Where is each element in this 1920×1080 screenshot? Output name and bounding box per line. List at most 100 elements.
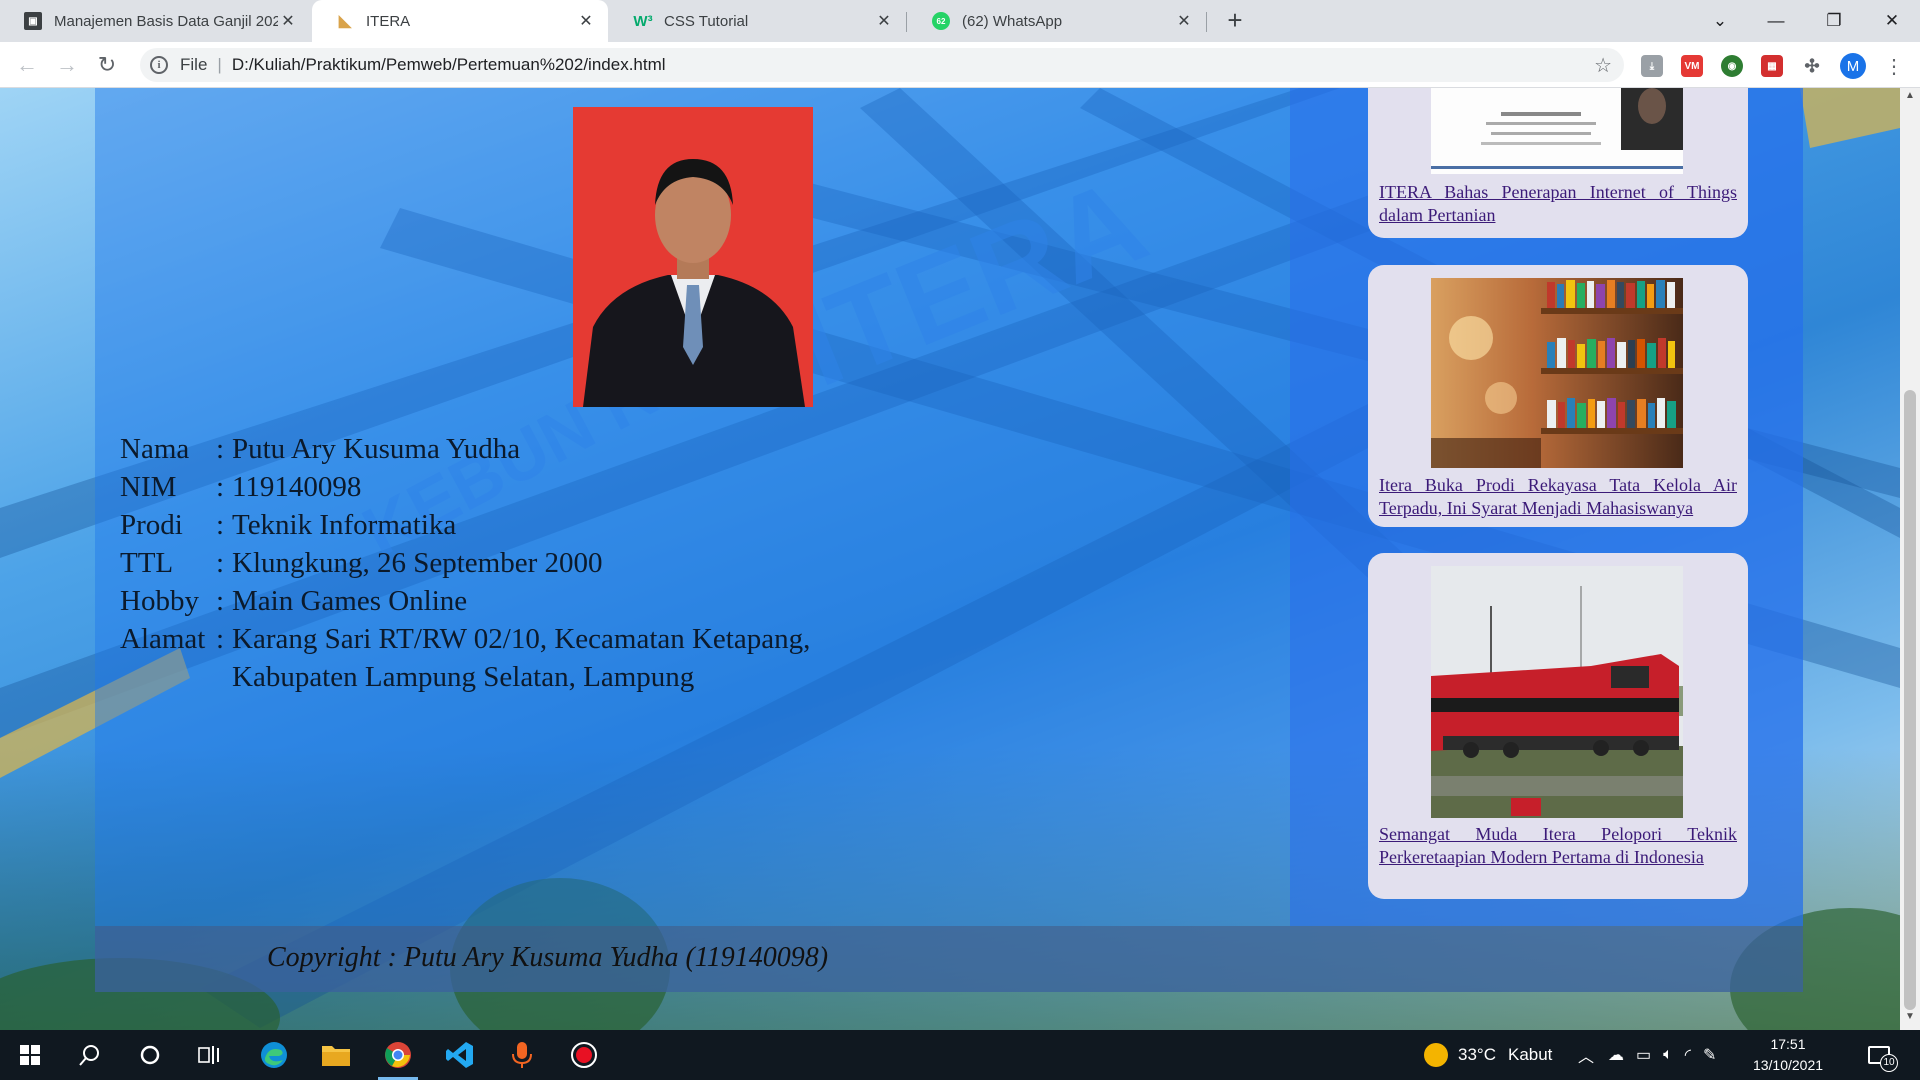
volume-icon[interactable]: 🔈︎ (1663, 1046, 1673, 1064)
back-button[interactable]: ← (12, 50, 42, 80)
cortana-icon[interactable] (124, 1035, 176, 1075)
extension-pdf-icon[interactable]: ⤓ (1641, 55, 1663, 77)
scroll-up-arrow-icon[interactable]: ▲ (1900, 90, 1920, 107)
field-value: Karang Sari RT/RW 02/10, Kecamatan Ketap… (232, 623, 811, 655)
news-link[interactable]: ITERA Bahas Penerapan Internet of Things… (1379, 181, 1737, 227)
restore-button[interactable]: ❐ (1806, 0, 1862, 42)
address-divider: | (217, 55, 222, 74)
profile-avatar[interactable]: M (1840, 53, 1866, 79)
classroom-icon: ▣ (24, 12, 42, 30)
itera-logo-icon: ◣ (338, 13, 352, 30)
close-icon[interactable]: ✕ (278, 11, 298, 31)
tab-search-chevron-icon[interactable]: ⌄ (1692, 0, 1748, 42)
windows-start-icon[interactable] (4, 1035, 56, 1075)
profile-row-hobby: Hobby: Main Games Online (120, 582, 810, 620)
field-colon: : (216, 433, 225, 465)
close-icon[interactable]: ✕ (874, 11, 894, 31)
show-hidden-icons-chevron-icon[interactable]: ︿ (1578, 1043, 1594, 1067)
edge-icon[interactable] (248, 1035, 300, 1075)
close-icon[interactable]: ✕ (576, 11, 596, 31)
news-thumbnail[interactable] (1431, 566, 1683, 818)
tab-itera[interactable]: ◣ ITERA ✕ (312, 0, 608, 42)
profile-row-alamat: Alamat: Karang Sari RT/RW 02/10, Kecamata… (120, 620, 810, 658)
news-card: Itera Buka Prodi Rekayasa Tata Kelola Ai… (1368, 265, 1748, 527)
screen-recorder-icon[interactable] (558, 1035, 610, 1075)
windows-taskbar: 33°C Kabut ︿ ☁ ▭ 🔈︎ ◜ ✎ 17:51 13/10/2021… (0, 1030, 1920, 1080)
action-center-button[interactable]: 10 (1868, 1030, 1898, 1080)
address-bar[interactable]: i File | D:/Kuliah/Praktikum/Pemweb/Pert… (140, 48, 1624, 82)
tab-title: (62) WhatsApp (962, 12, 1063, 30)
news-card: Semangat Muda Itera Pelopori Teknik Perk… (1368, 553, 1748, 899)
extension-red-icon[interactable]: ▦ (1761, 55, 1783, 77)
field-value: Teknik Informatika (232, 509, 457, 541)
profile-row-nama: Nama: Putu Ary Kusuma Yudha (120, 430, 810, 468)
system-clock[interactable]: 17:51 13/10/2021 (1738, 1034, 1838, 1076)
field-colon: : (216, 623, 225, 655)
menu-kebab-icon[interactable]: ⋮ (1884, 54, 1904, 79)
field-label: NIM (120, 471, 177, 503)
task-view-icon[interactable] (184, 1035, 236, 1075)
clock-date: 13/10/2021 (1752, 1057, 1824, 1073)
vscode-icon[interactable] (434, 1035, 486, 1075)
onedrive-cloud-icon[interactable]: ☁ (1608, 1045, 1624, 1065)
close-icon[interactable]: ✕ (1174, 11, 1194, 31)
field-label: Prodi (120, 509, 183, 541)
search-icon[interactable] (64, 1035, 116, 1075)
wifi-icon[interactable]: ◜ (1685, 1045, 1691, 1065)
file-explorer-icon[interactable] (310, 1035, 362, 1075)
scheme-label: File (180, 55, 208, 74)
extension-vm-icon[interactable]: VM (1681, 55, 1703, 77)
url-text[interactable]: D:/Kuliah/Praktikum/Pemweb/Pertemuan%202… (232, 55, 666, 75)
battery-icon[interactable]: ▭ (1636, 1045, 1651, 1065)
page-viewport: ITERA KEBUN RAYA Nama: Putu Ary Kusuma Yu… (0, 88, 1900, 1030)
system-tray: ︿ ☁ ▭ 🔈︎ ◜ ✎ (1578, 1030, 1716, 1080)
new-tab-button[interactable]: + (1220, 6, 1250, 36)
tab-css-tutorial[interactable]: W³ CSS Tutorial ✕ (610, 0, 906, 42)
tab-manajemen-basis-data[interactable]: ▣ Manajemen Basis Data Ganjil 202 ✕ (0, 0, 310, 42)
news-link[interactable]: Itera Buka Prodi Rekayasa Tata Kelola Ai… (1379, 474, 1737, 520)
bookmark-star-icon[interactable]: ☆ (1594, 53, 1612, 78)
tab-title: ITERA (366, 12, 411, 30)
profile-photo (573, 107, 813, 407)
reload-button[interactable]: ↻ (92, 50, 122, 80)
microphone-app-icon[interactable] (496, 1035, 548, 1075)
minimize-button[interactable]: — (1748, 0, 1804, 42)
page-scrollbar[interactable]: ▲ ▼ (1900, 88, 1920, 1030)
clock-time: 17:51 (1770, 1036, 1806, 1052)
tab-separator (906, 12, 907, 32)
scrollbar-thumb[interactable] (1904, 390, 1916, 1010)
notification-count: 10 (1880, 1054, 1898, 1072)
browser-toolbar: ← → ↻ i File | D:/Kuliah/Praktikum/Pemwe… (0, 42, 1920, 88)
notification-icon: 10 (1868, 1046, 1898, 1072)
profile-row-ttl: TTL: Klungkung, 26 September 2000 (120, 544, 810, 582)
info-icon[interactable]: i (150, 56, 168, 74)
weather-temperature: 33°C (1458, 1045, 1496, 1064)
field-colon: : (216, 585, 225, 617)
profile-row-prodi: Prodi: Teknik Informatika (120, 506, 810, 544)
scroll-down-arrow-icon[interactable]: ▼ (1900, 1011, 1920, 1028)
webinar-screenshot-image (1431, 88, 1683, 174)
forward-button[interactable]: → (52, 50, 82, 80)
news-link[interactable]: Semangat Muda Itera Pelopori Teknik Perk… (1379, 823, 1737, 869)
news-thumbnail[interactable] (1431, 278, 1683, 468)
pen-icon[interactable]: ✎ (1703, 1045, 1716, 1065)
weather-sun-icon (1424, 1043, 1448, 1067)
field-label: TTL (120, 547, 174, 579)
tab-whatsapp[interactable]: 62 (62) WhatsApp ✕ (908, 0, 1206, 42)
copyright-text: Copyright : Putu Ary Kusuma Yudha (11914… (267, 942, 829, 973)
chrome-icon[interactable] (372, 1035, 424, 1080)
field-value-continued: Kabupaten Lampung Selatan, Lampung (232, 661, 695, 693)
library-bookshelf-image (1431, 278, 1683, 468)
field-value: Putu Ary Kusuma Yudha (232, 433, 521, 465)
field-label: Hobby (120, 585, 199, 617)
extensions-puzzle-icon[interactable]: ✣ (1801, 55, 1823, 77)
news-card: ITERA Bahas Penerapan Internet of Things… (1368, 88, 1748, 238)
weather-widget[interactable]: 33°C Kabut (1424, 1030, 1552, 1080)
page-footer: Copyright : Putu Ary Kusuma Yudha (11914… (95, 926, 1803, 992)
extension-globe-icon[interactable]: ◉ (1721, 55, 1743, 77)
field-label: Alamat (120, 623, 206, 655)
locomotive-train-image (1431, 566, 1683, 818)
tab-title: CSS Tutorial (664, 12, 749, 30)
close-window-button[interactable]: ✕ (1864, 0, 1920, 42)
news-thumbnail[interactable] (1431, 88, 1683, 174)
